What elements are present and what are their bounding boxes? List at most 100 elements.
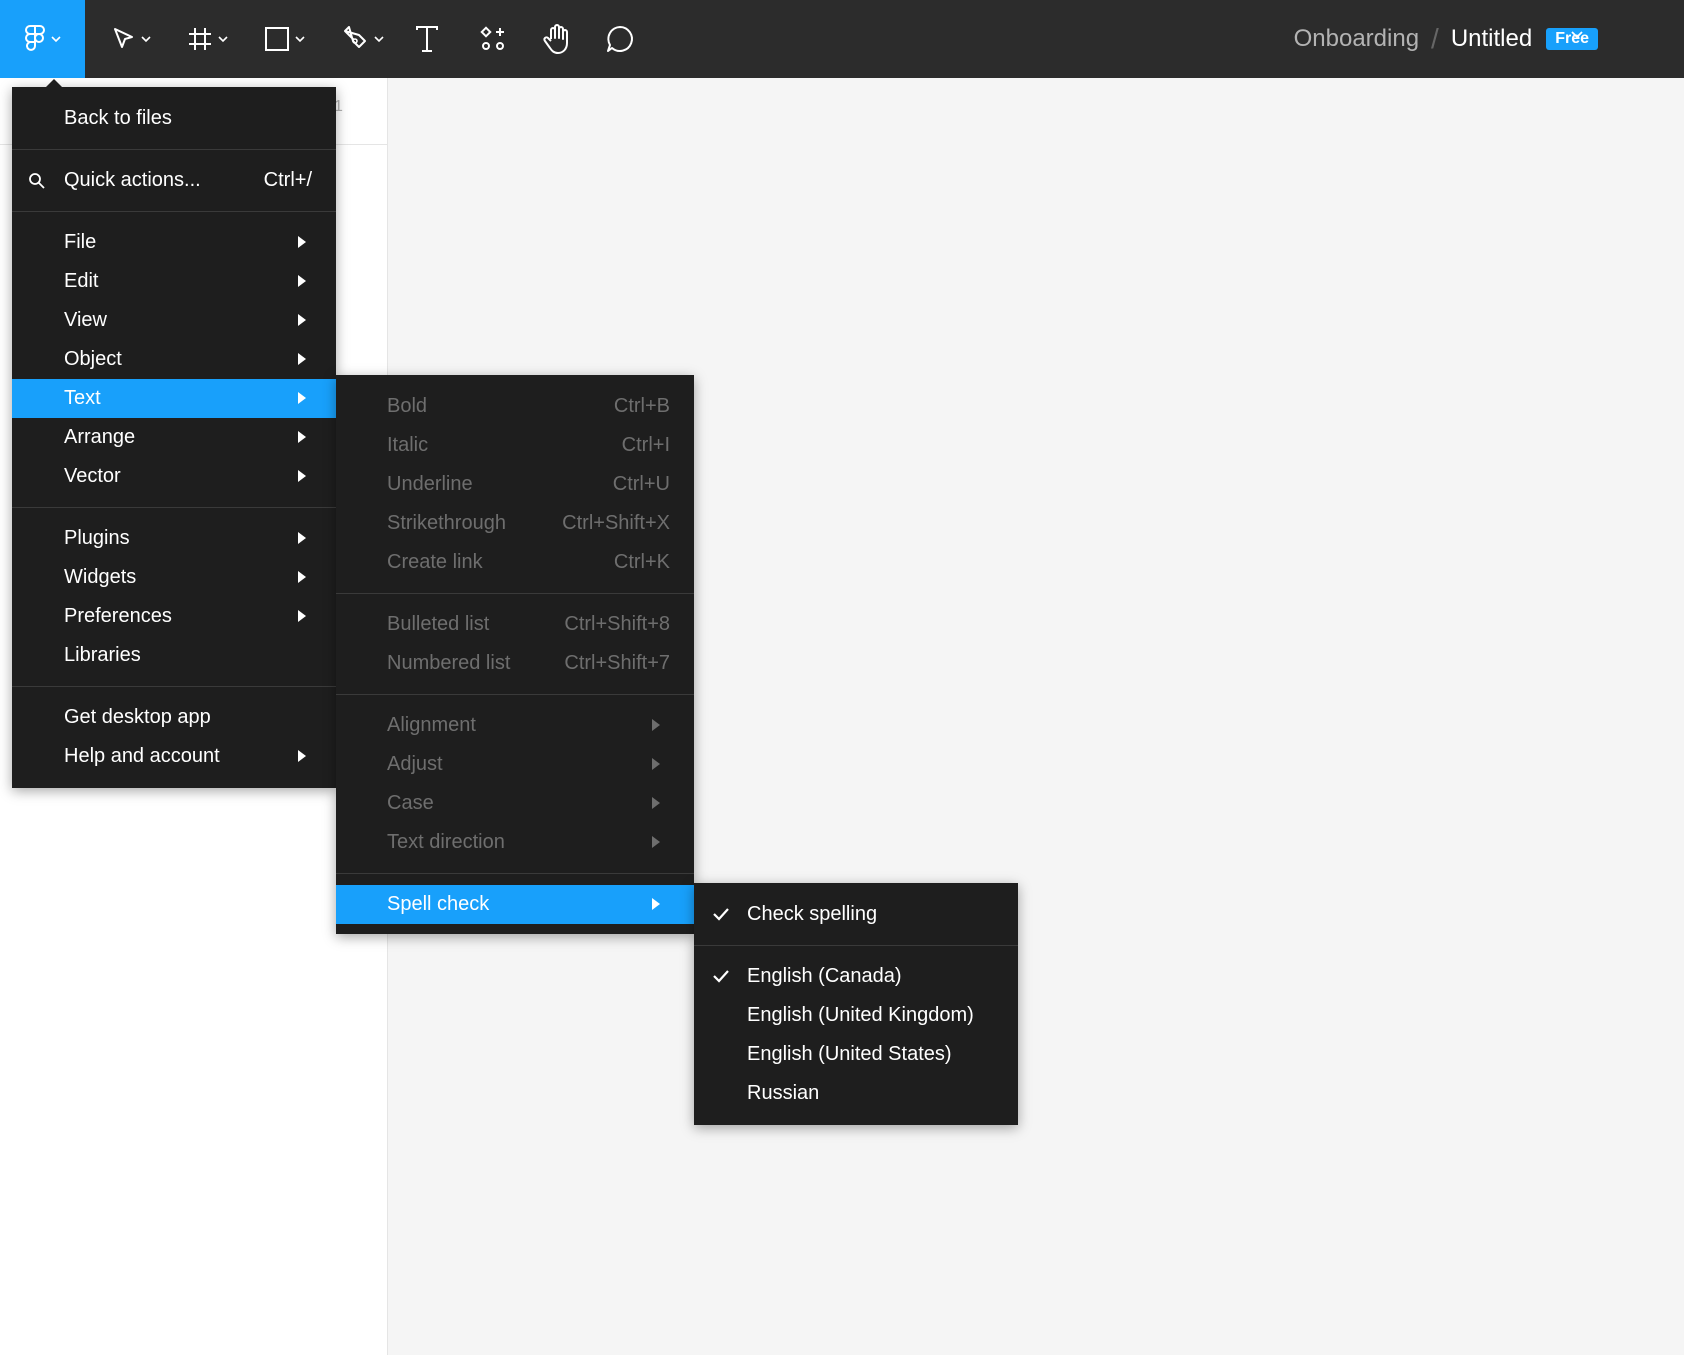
menu-item-text-direction[interactable]: Text direction [336,823,694,862]
menu-item-label: Alignment [387,714,476,736]
chevron-down-icon [50,36,61,43]
menu-item-edit[interactable]: Edit [12,262,336,301]
menu-item-label: Quick actions... [64,169,201,191]
menu-item-russian[interactable]: Russian [694,1074,1018,1113]
chevron-down-icon [374,36,384,43]
menu-item-label: Vector [64,465,121,487]
menu-item-label: Text [64,387,101,409]
menu-item-label: English (United Kingdom) [747,1004,974,1026]
menu-item-english-canada[interactable]: English (Canada) [694,957,1018,996]
menu-divider [12,211,336,212]
checkmark-icon [713,970,729,983]
submenu-arrow-icon [298,314,306,326]
menu-item-shortcut: Ctrl+B [613,395,670,417]
menu-item-shortcut: Ctrl+K [613,551,670,573]
menu-item-case[interactable]: Case [336,784,694,823]
menu-item-shortcut: Ctrl+/ [263,169,312,191]
menu-item-plugins[interactable]: Plugins [12,519,336,558]
menu-item-underline[interactable]: Underline Ctrl+U [336,465,694,504]
comment-tool[interactable] [602,0,638,78]
menu-item-italic[interactable]: Italic Ctrl+I [336,426,694,465]
menu-item-view[interactable]: View [12,301,336,340]
chevron-down-icon [295,36,305,43]
shape-tool[interactable] [256,0,314,78]
menu-item-shortcut: Ctrl+I [621,434,670,456]
menu-item-vector[interactable]: Vector [12,457,336,496]
file-title-area: Onboarding / Untitled Free [1294,0,1684,78]
menu-item-label: File [64,231,97,253]
menu-item-file[interactable]: File [12,223,336,262]
project-name[interactable]: Onboarding [1294,25,1419,53]
chevron-down-icon [218,36,228,43]
menu-divider [12,507,336,508]
chevron-down-icon[interactable] [1570,30,1584,40]
menu-item-label: Bold [387,395,428,417]
menu-item-shortcut: Ctrl+U [612,473,670,495]
menu-item-label: Arrange [64,426,136,448]
menu-item-label: Libraries [64,644,141,666]
search-icon [29,173,45,189]
menu-item-strikethrough[interactable]: Strikethrough Ctrl+Shift+X [336,504,694,543]
submenu-arrow-icon [298,610,306,622]
hand-tool[interactable] [538,0,576,78]
menu-item-label: Edit [64,270,99,292]
menu-item-label: Case [387,792,434,814]
submenu-arrow-icon [652,836,660,848]
resources-tool[interactable] [476,0,510,78]
submenu-arrow-icon [298,532,306,544]
menu-item-widgets[interactable]: Widgets [12,558,336,597]
frame-tool[interactable] [180,0,236,78]
menu-item-shortcut: Ctrl+Shift+7 [564,652,670,674]
move-tool[interactable] [104,0,160,78]
menu-item-adjust[interactable]: Adjust [336,745,694,784]
menu-item-preferences[interactable]: Preferences [12,597,336,636]
menu-item-shortcut: Ctrl+Shift+X [562,512,670,534]
menu-item-create-link[interactable]: Create link Ctrl+K [336,543,694,582]
text-tool[interactable] [410,0,444,78]
menu-item-numbered-list[interactable]: Numbered list Ctrl+Shift+7 [336,644,694,683]
menu-item-label: Preferences [64,605,172,627]
main-menu-button[interactable] [0,0,85,78]
pen-icon [344,26,366,48]
menu-item-check-spelling[interactable]: Check spelling [694,895,1018,934]
menu-item-help-and-account[interactable]: Help and account [12,737,336,776]
menu-item-text[interactable]: Text [12,379,336,418]
file-name[interactable]: Untitled [1451,25,1532,53]
menu-divider [336,873,694,874]
menu-divider [12,149,336,150]
toolbar: Onboarding / Untitled Free [0,0,1684,78]
menu-item-label: Strikethrough [387,512,506,534]
checkmark-icon [713,908,729,921]
menu-item-english-uk[interactable]: English (United Kingdom) [694,996,1018,1035]
menu-item-english-us[interactable]: English (United States) [694,1035,1018,1074]
menu-item-label: English (United States) [747,1043,952,1065]
menu-item-label: Widgets [64,566,137,588]
pen-tool[interactable] [334,0,392,78]
menu-item-label: Help and account [64,745,220,767]
menu-item-label: Italic [387,434,429,456]
breadcrumb-separator: / [1431,23,1439,54]
menu-item-arrange[interactable]: Arrange [12,418,336,457]
menu-item-bold[interactable]: Bold Ctrl+B [336,387,694,426]
submenu-arrow-icon [298,392,306,404]
resources-icon [480,26,504,50]
main-menu: Back to files Quick actions... Ctrl+/ Fi… [12,79,336,788]
menu-item-quick-actions[interactable]: Quick actions... Ctrl+/ [12,161,336,200]
menu-item-get-desktop-app[interactable]: Get desktop app [12,698,336,737]
menu-item-label: View [64,309,107,331]
menu-item-bulleted-list[interactable]: Bulleted list Ctrl+Shift+8 [336,605,694,644]
menu-item-spell-check[interactable]: Spell check [336,885,694,924]
submenu-arrow-icon [298,275,306,287]
menu-item-libraries[interactable]: Libraries [12,636,336,675]
menu-item-object[interactable]: Object [12,340,336,379]
submenu-arrow-icon [652,797,660,809]
submenu-arrow-icon [298,431,306,443]
menu-item-label: Adjust [387,753,443,775]
menu-item-alignment[interactable]: Alignment [336,706,694,745]
submenu-arrow-icon [298,236,306,248]
menu-item-label: Text direction [387,831,505,853]
menu-item-label: Russian [747,1082,820,1104]
frame-icon [189,28,211,50]
menu-item-label: Spell check [387,893,490,915]
menu-item-back-to-files[interactable]: Back to files [12,99,336,138]
